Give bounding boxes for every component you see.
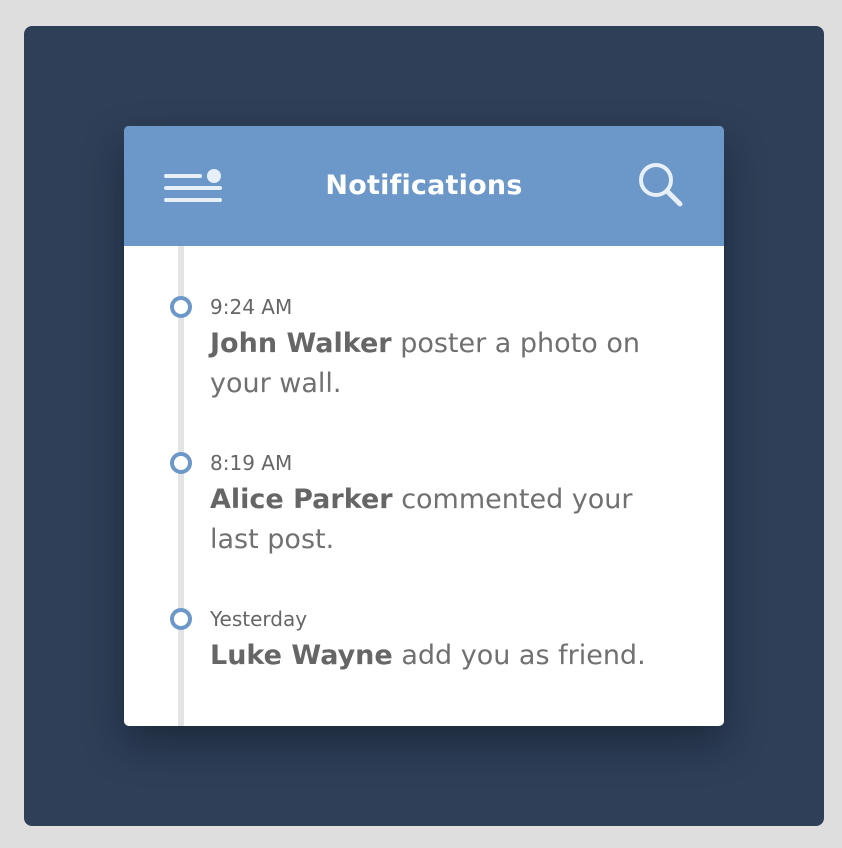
notifications-card: Notifications 9:24 AM John Walker poster…: [124, 126, 724, 726]
notifications-header: Notifications: [124, 126, 724, 246]
menu-button[interactable]: [164, 168, 224, 204]
notification-message: John Walker poster a photo on your wall.: [210, 324, 680, 404]
timeline-dot: [170, 296, 192, 318]
search-icon: [639, 163, 683, 207]
notification-message: Luke Wayne add you as friend.: [210, 636, 680, 676]
notification-list: 9:24 AM John Walker poster a photo on yo…: [124, 246, 724, 726]
notification-time: 9:24 AM: [210, 295, 293, 319]
notification-user-name[interactable]: John Walker: [210, 328, 392, 359]
timeline-line: [178, 246, 184, 726]
notification-time: Yesterday: [210, 607, 308, 631]
notification-message: Alice Parker commented your last post.: [210, 480, 680, 560]
search-button[interactable]: [636, 160, 688, 210]
notification-user-name[interactable]: Luke Wayne: [210, 640, 393, 671]
menu-icon: [164, 169, 222, 202]
app-backdrop: Notifications 9:24 AM John Walker poster…: [24, 26, 824, 826]
timeline-dot: [170, 452, 192, 474]
timeline-dot: [170, 608, 192, 630]
notification-text: add you as friend.: [401, 640, 646, 671]
notification-user-name[interactable]: Alice Parker: [210, 484, 393, 515]
notification-time: 8:19 AM: [210, 451, 293, 475]
